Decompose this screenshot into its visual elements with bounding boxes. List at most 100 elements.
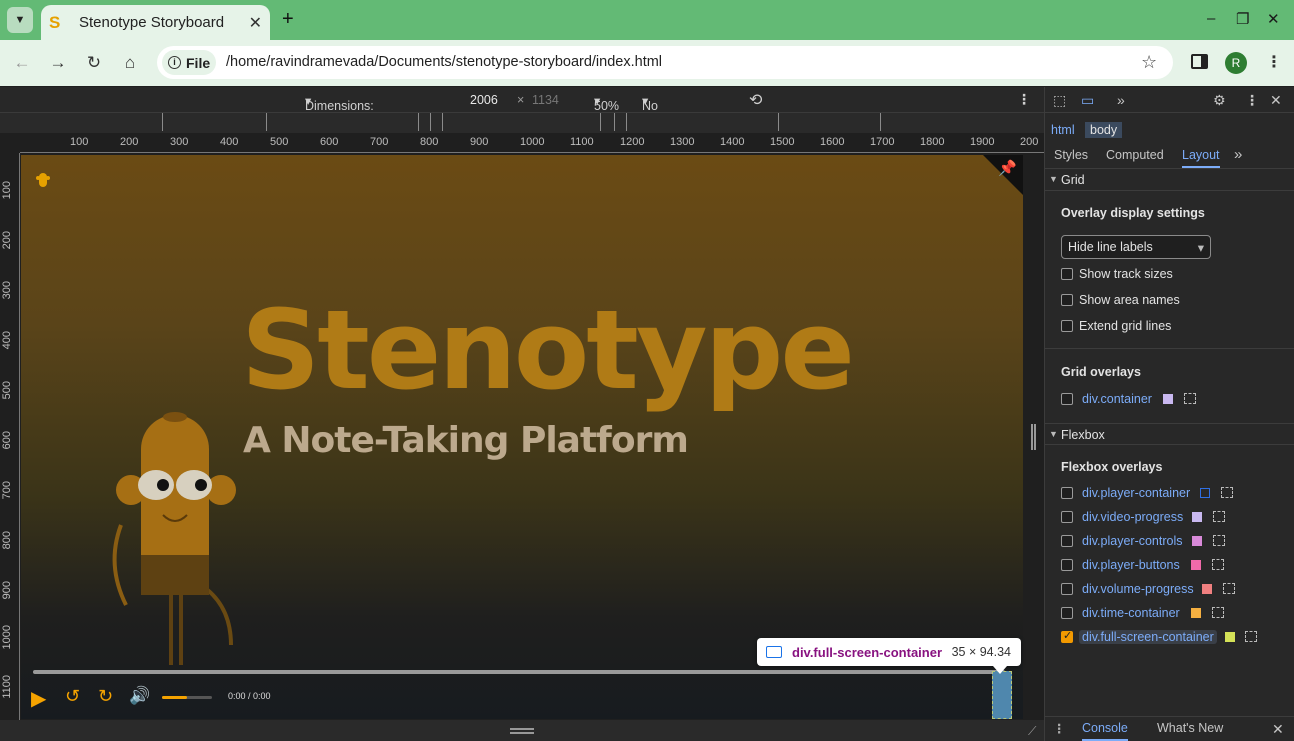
highlight-element-icon[interactable] [1212,559,1224,570]
profile-avatar[interactable]: R [1225,52,1247,74]
close-drawer-icon[interactable]: ✕ [1272,721,1284,738]
highlight-element-icon[interactable] [1213,511,1225,522]
flex-overlay-label[interactable]: div.full-screen-container [1079,630,1217,644]
volume-slider[interactable] [162,696,212,699]
home-button[interactable]: ⌂ [117,50,143,76]
ruler-tick-label: 1400 [720,136,745,148]
flex-overlay-label[interactable]: div.player-controls [1082,534,1183,548]
tab-computed[interactable]: Computed [1106,148,1164,162]
device-toolbar-menu-icon[interactable]: ⋮ [1017,91,1031,108]
resize-handle-bottom[interactable] [510,728,534,734]
crumb-html[interactable]: html [1046,122,1080,138]
close-devtools-icon[interactable]: ✕ [1270,92,1282,109]
video-progress-bar[interactable] [33,670,1005,674]
grid-overlay-label[interactable]: div.container [1082,392,1152,406]
back-button[interactable]: ← [9,50,35,76]
ruler-tick-label: 200 [120,136,139,148]
flex-overlay-checkbox[interactable] [1061,583,1073,595]
overlay-color-swatch[interactable] [1191,560,1201,570]
tab-whats-new[interactable]: What's New [1157,721,1223,735]
flex-overlay-checkbox[interactable] [1061,511,1073,523]
show-area-names-checkbox[interactable] [1061,294,1073,306]
flex-overlay-checkbox-checked[interactable] [1061,629,1073,643]
volume-icon[interactable]: 🔊 [129,686,150,706]
forward-icon[interactable]: ↻ [98,686,113,707]
full-screen-container-highlight[interactable] [992,671,1012,719]
browser-menu-icon[interactable]: ⋮ [1266,52,1282,72]
play-icon[interactable]: ▶ [31,686,46,711]
close-tab-icon[interactable]: ✕ [249,13,262,33]
inspect-element-icon[interactable]: ⬚ [1053,92,1066,109]
highlight-element-icon[interactable] [1212,607,1224,618]
url-text[interactable]: /home/ravindramevada/Documents/stenotype… [226,54,662,70]
drawer-menu-icon[interactable]: ⋮ [1053,721,1066,736]
flex-overlay-checkbox[interactable] [1061,487,1073,499]
site-info-chip[interactable]: i File [162,50,216,75]
flex-overlay-checkbox[interactable] [1061,607,1073,619]
height-input[interactable]: 1134 [532,93,559,107]
tab-search-button[interactable]: ▼ [7,7,33,33]
rotate-icon[interactable]: ⟲ [749,90,762,110]
highlight-element-icon[interactable] [1223,583,1235,594]
media-query-bar[interactable] [0,113,1044,133]
highlight-element-icon[interactable] [1213,535,1225,546]
forward-button[interactable]: → [45,50,71,76]
grid-overlay-checkbox[interactable] [1061,393,1073,405]
width-input[interactable]: 2006 [470,93,498,107]
crumb-body[interactable]: body [1085,122,1123,138]
maximize-button[interactable]: ❐ [1236,10,1249,28]
extend-grid-lines-checkbox[interactable] [1061,320,1073,332]
devtools-menu-icon[interactable]: ⋮ [1245,92,1259,109]
rewind-icon[interactable]: ↺ [65,686,80,707]
hero-title: Stenotype [241,286,855,414]
overlay-color-swatch[interactable] [1163,394,1173,404]
overlay-color-swatch[interactable] [1225,632,1235,642]
ruler-tick-label: 800 [1,531,13,550]
pin-icon[interactable]: 📌 [998,159,1017,177]
flexbox-overlays-title: Flexbox overlays [1061,460,1163,474]
close-window-button[interactable]: ✕ [1267,10,1280,28]
browser-tab[interactable]: S Stenotype Storyboard ✕ [41,5,270,40]
dimensions-dropdown[interactable]: Dimensions: Responsive ▾ [305,93,374,127]
highlight-element-icon[interactable] [1221,487,1233,498]
overlay-color-swatch[interactable] [1192,536,1202,546]
tab-layout[interactable]: Layout [1182,148,1220,168]
flex-overlay-checkbox[interactable] [1061,559,1073,571]
flexbox-section-header[interactable]: Flexbox [1045,423,1294,445]
new-tab-button[interactable]: + [282,8,294,31]
show-track-sizes-checkbox[interactable] [1061,268,1073,280]
highlight-element-icon[interactable] [1245,631,1257,642]
flex-overlay-label[interactable]: div.player-container [1082,486,1190,500]
corner-resize-icon[interactable]: ⟋ [1028,724,1036,739]
throttling-dropdown[interactable]: No throttling ▾ [642,93,690,127]
highlight-element-icon[interactable] [1184,393,1196,404]
overlay-color-swatch[interactable] [1202,584,1212,594]
ruler-tick-label: 1900 [970,136,995,148]
more-tabs-icon[interactable]: » [1117,92,1125,108]
resize-handle-right[interactable] [1031,424,1036,450]
minimize-button[interactable]: – [1207,10,1215,27]
ruler-tick-label: 700 [1,481,13,500]
flex-overlay-label[interactable]: div.volume-progress [1082,582,1194,596]
flex-overlay-label[interactable]: div.video-progress [1082,510,1183,524]
flex-overlay-label[interactable]: div.player-buttons [1082,558,1180,572]
zoom-label: 50% [594,99,620,113]
bookmark-star-icon[interactable]: ☆ [1141,52,1157,73]
reload-button[interactable]: ↻ [81,50,107,76]
zoom-dropdown[interactable]: 50% ▾ [594,93,619,113]
ruler-tick-label: 800 [420,136,439,148]
overlay-color-swatch[interactable] [1200,488,1210,498]
grid-section-header[interactable]: Grid [1045,169,1294,191]
device-mode-icon[interactable]: ▭ [1081,92,1094,109]
overlay-color-swatch[interactable] [1192,512,1202,522]
option-label: Show area names [1079,293,1180,307]
settings-icon[interactable]: ⚙ [1213,92,1226,109]
flex-overlay-checkbox[interactable] [1061,535,1073,547]
tab-console[interactable]: Console [1082,721,1128,741]
flex-overlay-label[interactable]: div.time-container [1082,606,1180,620]
overlay-color-swatch[interactable] [1191,608,1201,618]
side-panel-icon[interactable] [1191,54,1208,69]
line-labels-select[interactable]: Hide line labels [1061,235,1211,259]
tab-styles[interactable]: Styles [1054,148,1088,162]
more-sidebar-tabs-icon[interactable]: » [1234,146,1242,163]
